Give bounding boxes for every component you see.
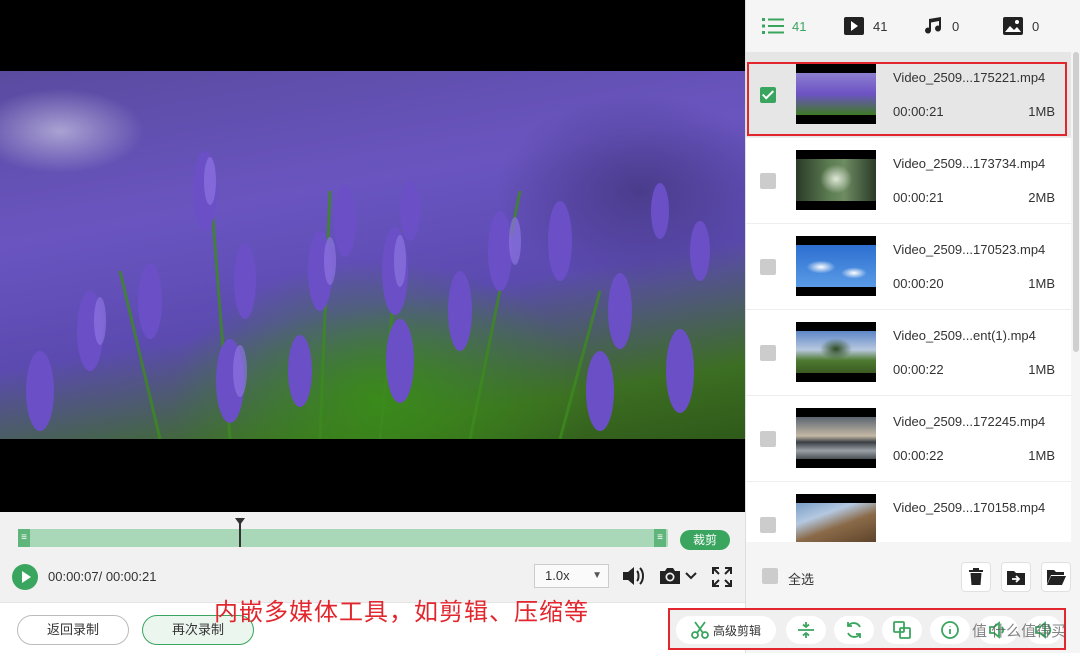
chevron-down-icon[interactable] (684, 568, 698, 584)
file-list: Video_2509...175221.mp4 00:00:21 1MB Vid… (746, 52, 1071, 542)
video-thumbnail (796, 322, 876, 382)
file-duration: 00:00:20 (893, 276, 944, 291)
tab-all-count: 41 (792, 18, 807, 34)
media-panel: 41 41 0 0 Video_2509...175221.mp4 00:00:… (745, 0, 1080, 653)
file-duration: 00:00:21 (893, 190, 944, 205)
file-item[interactable]: Video_2509...172245.mp4 00:00:22 1MB (746, 396, 1071, 482)
file-name: Video_2509...170523.mp4 (893, 242, 1046, 257)
compress-button[interactable] (786, 616, 826, 644)
file-item[interactable]: Video_2509...ent(1).mp4 00:00:22 1MB (746, 310, 1071, 396)
folder-open-icon (1047, 570, 1066, 585)
playback-controls: ≡ ≡ 裁剪 00:00:07/ 00:00:21 1.0x ▼ (0, 512, 745, 602)
select-all-checkbox[interactable] (762, 568, 778, 584)
music-icon (925, 17, 942, 34)
tab-music[interactable]: 0 (924, 14, 959, 38)
speed-select[interactable]: 1.0x ▼ (534, 564, 609, 588)
tab-all[interactable]: 41 (762, 14, 806, 38)
file-name: Video_2509...170158.mp4 (893, 500, 1046, 515)
video-thumbnail (796, 150, 876, 210)
delete-button[interactable] (961, 562, 991, 592)
trash-icon (969, 568, 983, 585)
advanced-edit-label: 高级剪辑 (712, 623, 761, 638)
export-button[interactable] (1001, 562, 1031, 592)
folder-export-icon (1007, 571, 1025, 585)
file-item[interactable]: Video_2509...175221.mp4 00:00:21 1MB (746, 52, 1071, 138)
file-item[interactable]: Video_2509...170523.mp4 00:00:20 1MB (746, 224, 1071, 310)
file-checkbox[interactable] (760, 517, 776, 533)
file-checkbox[interactable] (760, 259, 776, 275)
file-name: Video_2509...175221.mp4 (893, 70, 1046, 85)
file-name: Video_2509...172245.mp4 (893, 414, 1046, 429)
file-list-scrollbar[interactable] (1073, 52, 1079, 352)
watermark: 值 什么值得买 (972, 623, 1067, 640)
file-size: 1MB (1028, 448, 1055, 463)
list-icon (762, 18, 784, 34)
panel-footer: 全选 (746, 552, 1080, 602)
select-all-label[interactable]: 全选 (788, 569, 814, 588)
tab-video-count: 41 (873, 18, 888, 34)
file-checkbox[interactable] (760, 431, 776, 447)
file-name: Video_2509...173734.mp4 (893, 156, 1046, 171)
screen-recorder-app: ≡ ≡ 裁剪 00:00:07/ 00:00:21 1.0x ▼ 返回录制 再次… (0, 0, 1080, 653)
playhead-line[interactable] (239, 519, 241, 547)
trim-start-handle[interactable]: ≡ (18, 529, 30, 547)
scissors-icon (691, 621, 709, 639)
annotation-caption: 内嵌多媒体工具，如剪辑、压缩等 (214, 599, 589, 626)
video-frame-lavender (0, 71, 745, 439)
video-player[interactable] (0, 0, 745, 512)
video-thumbnail (796, 64, 876, 124)
file-checkbox[interactable] (760, 87, 776, 103)
file-checkbox[interactable] (760, 173, 776, 189)
merge-button[interactable] (882, 616, 922, 644)
video-thumbnail (796, 236, 876, 296)
file-item[interactable]: Video_2509...173734.mp4 00:00:21 2MB (746, 138, 1071, 224)
rotate-button[interactable] (834, 616, 874, 644)
play-button[interactable] (12, 564, 38, 590)
compress-icon (798, 622, 814, 638)
trim-end-handle[interactable]: ≡ (654, 529, 666, 547)
tab-image[interactable]: 0 (1002, 14, 1039, 38)
file-checkbox[interactable] (760, 345, 776, 361)
fullscreen-icon[interactable] (710, 565, 734, 589)
file-duration: 00:00:22 (893, 362, 944, 377)
image-icon (1003, 17, 1023, 35)
file-size: 2MB (1028, 190, 1055, 205)
video-thumbnail (796, 408, 876, 468)
trim-button[interactable]: 裁剪 (680, 530, 730, 550)
file-name: Video_2509...ent(1).mp4 (893, 328, 1036, 343)
info-icon (941, 621, 959, 639)
video-icon (844, 17, 864, 35)
tab-music-count: 0 (952, 18, 960, 34)
chevron-down-icon: ▼ (592, 570, 602, 581)
file-duration: 00:00:22 (893, 448, 944, 463)
open-folder-button[interactable] (1041, 562, 1071, 592)
file-duration: 00:00:21 (893, 104, 944, 119)
camera-icon[interactable] (657, 564, 683, 588)
volume-icon[interactable] (620, 564, 646, 588)
media-type-tabs: 41 41 0 0 (746, 0, 1080, 52)
video-thumbnail (796, 494, 876, 542)
info-button[interactable] (930, 616, 970, 644)
file-item[interactable]: Video_2509...170158.mp4 (746, 482, 1071, 542)
merge-icon (893, 621, 911, 639)
file-size: 1MB (1028, 276, 1055, 291)
time-readout: 00:00:07/ 00:00:21 (48, 569, 157, 584)
timeline-track[interactable] (18, 529, 668, 547)
rotate-icon (847, 622, 861, 638)
file-size: 1MB (1028, 104, 1055, 119)
file-size: 1MB (1028, 362, 1055, 377)
tab-image-count: 0 (1032, 18, 1040, 34)
back-to-record-button[interactable]: 返回录制 (17, 615, 129, 645)
tab-video[interactable]: 41 (843, 14, 887, 38)
advanced-edit-button[interactable]: 高级剪辑 (676, 616, 776, 644)
speed-value: 1.0x (545, 568, 570, 583)
